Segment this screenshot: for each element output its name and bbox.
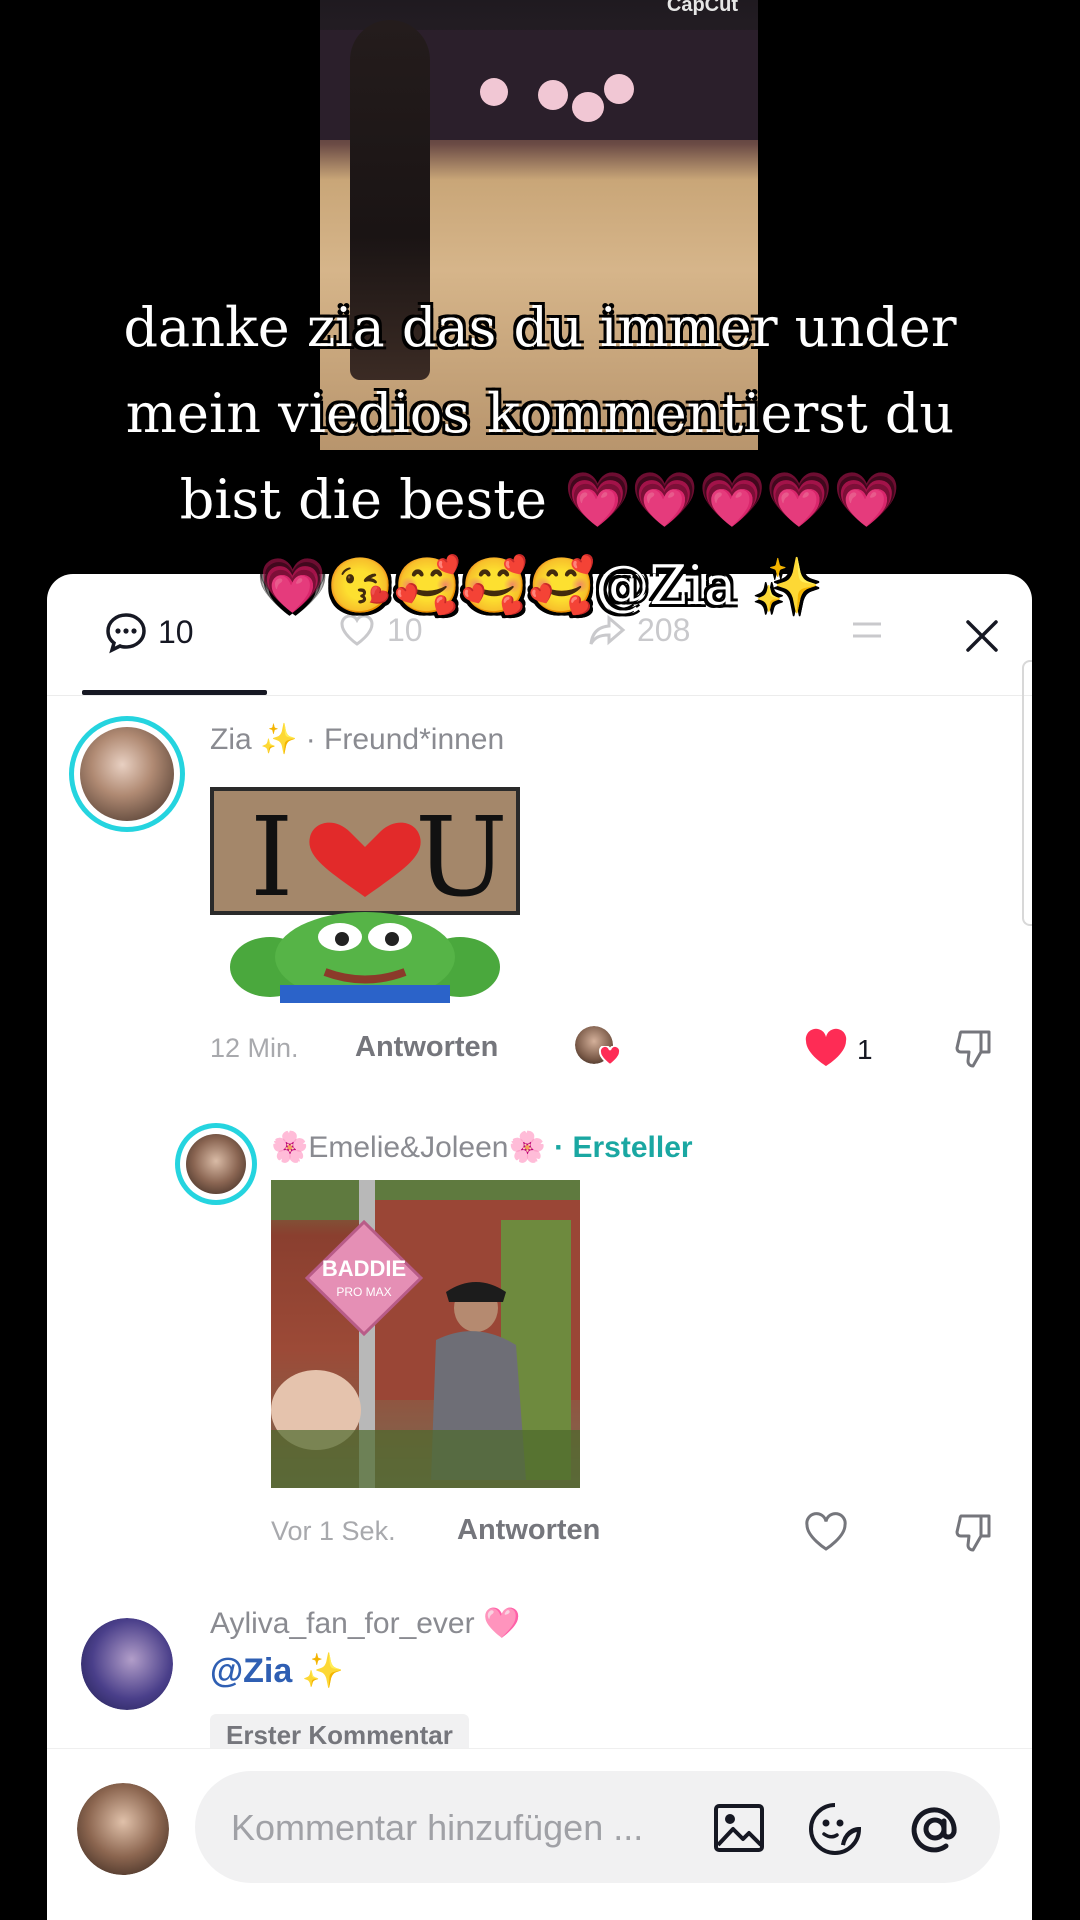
comment-meta: Ayliva_fan_for_ever 🩷 — [210, 1606, 520, 1641]
caption-line: bist die beste 💗💗💗💗💗 — [179, 468, 901, 531]
caption-line: 💗😘🥰🥰🥰@Zia ✨ — [259, 554, 821, 617]
reply-button[interactable]: Antworten — [457, 1514, 600, 1547]
reply-button[interactable]: Antworten — [355, 1031, 498, 1064]
comment-time: 12 Min. — [210, 1033, 299, 1063]
avatar[interactable] — [180, 1128, 252, 1200]
creator-label: · Ersteller — [554, 1131, 693, 1164]
gif-sign-text: BADDIE — [322, 1256, 406, 1281]
balloon — [538, 80, 568, 110]
image-icon[interactable] — [713, 1803, 765, 1853]
avatar[interactable] — [81, 1618, 173, 1710]
sticker-letter: U — [415, 793, 508, 921]
heart-filled-icon[interactable] — [804, 1028, 848, 1068]
gif-sign-text: PRO MAX — [336, 1285, 391, 1299]
balloon — [604, 74, 634, 104]
my-avatar[interactable] — [77, 1783, 169, 1875]
active-tab-indicator — [82, 690, 267, 695]
comment-meta: 🌸Emelie&Joleen🌸 · Ersteller — [271, 1130, 693, 1165]
comment-author[interactable]: Zia ✨ — [210, 723, 297, 756]
caption-line: mein viedios kommentierst du — [125, 382, 955, 445]
input-placeholder: Kommentar hinzufügen ... — [231, 1807, 644, 1848]
i-love-you-sticker[interactable]: I U — [210, 787, 520, 1003]
comment-input[interactable]: Kommentar hinzufügen ... — [195, 1771, 1000, 1883]
heart-outline-icon[interactable] — [804, 1512, 848, 1552]
balloon — [572, 92, 604, 122]
comment-input-bar: Kommentar hinzufügen ... — [47, 1748, 1032, 1920]
dislike-icon[interactable] — [953, 1510, 997, 1554]
capcut-watermark: CapCut — [666, 0, 738, 16]
baddie-gif[interactable]: BADDIE PRO MAX — [271, 1180, 580, 1488]
balloon — [480, 78, 508, 106]
comment-meta: Zia ✨ · Freund*innen — [210, 722, 504, 757]
video-caption: danke zia das du immer under mein viedio… — [100, 285, 980, 629]
mention-link[interactable]: @Zia ✨ — [210, 1651, 344, 1691]
comments-sheet: 10 10 208 Zia ✨ · Freund*innen I U 12 Mi… — [47, 574, 1032, 1920]
comment-author[interactable]: 🌸Emelie&Joleen🌸 — [271, 1131, 546, 1164]
heart-badge-icon — [599, 1046, 621, 1066]
avatar[interactable] — [74, 721, 180, 827]
mention-at-icon[interactable] — [907, 1801, 963, 1857]
comment-time: Vor 1 Sek. — [271, 1516, 396, 1546]
relation-label: · Freund*innen — [305, 723, 505, 756]
scrollbar[interactable] — [1022, 660, 1032, 926]
sticker-letter: I — [250, 793, 293, 921]
like-count: 1 — [857, 1034, 873, 1065]
sticker-emoji-icon[interactable] — [807, 1801, 863, 1855]
caption-line: danke zia das du immer under — [123, 296, 957, 359]
comment-author[interactable]: Ayliva_fan_for_ever 🩷 — [210, 1607, 520, 1640]
dislike-icon[interactable] — [953, 1026, 997, 1070]
